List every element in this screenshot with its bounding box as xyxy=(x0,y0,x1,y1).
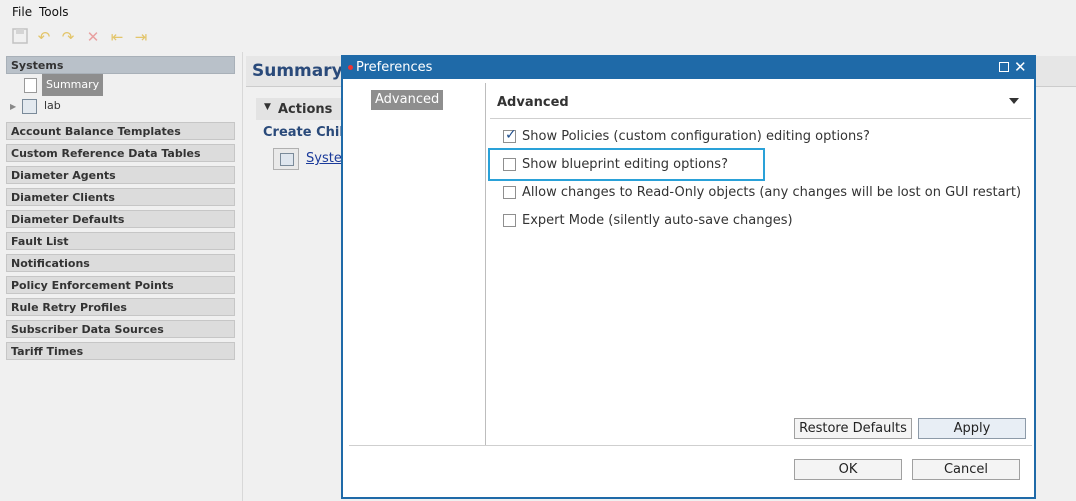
nav-item-tariff-times[interactable]: Tariff Times xyxy=(6,342,235,360)
menu-file[interactable]: File xyxy=(12,5,32,19)
nav-list: Account Balance Templates Custom Referen… xyxy=(6,122,235,364)
dropdown-arrow-icon[interactable] xyxy=(1009,98,1019,104)
system-icon xyxy=(22,99,37,114)
checkbox[interactable]: ✓ xyxy=(503,127,517,143)
menu-tools[interactable]: Tools xyxy=(39,5,69,19)
save-icon[interactable] xyxy=(11,28,29,46)
pref-nav-item-advanced[interactable]: Advanced xyxy=(371,90,444,110)
nav-item-notifications[interactable]: Notifications xyxy=(6,254,235,272)
back-icon[interactable]: ⇤ xyxy=(108,28,126,46)
left-panel: Systems Summary ▶ lab Account Balance Te… xyxy=(0,52,243,501)
cancel-button[interactable]: Cancel xyxy=(912,459,1020,480)
document-icon xyxy=(24,78,37,93)
toolbar: ↶ ↷ ✕ ⇤ ⇥ xyxy=(0,24,1076,52)
dialog-titlebar[interactable]: Preferences ✕ xyxy=(343,57,1034,79)
page-header-title: Advanced xyxy=(497,95,569,110)
button-bar-divider xyxy=(349,445,1032,446)
actions-label: Actions xyxy=(278,102,333,117)
tree-item-label: lab xyxy=(44,99,61,112)
option-label: Allow changes to Read-Only objects (any … xyxy=(522,185,1022,200)
systems-header[interactable]: Systems xyxy=(6,56,235,74)
page-header: Advanced xyxy=(490,85,1031,119)
delete-icon[interactable]: ✕ xyxy=(84,28,102,46)
forward-icon[interactable]: ⇥ xyxy=(132,28,150,46)
nav-item-fault-list[interactable]: Fault List xyxy=(6,232,235,250)
pane-divider[interactable] xyxy=(485,83,486,445)
app-status-dot-icon xyxy=(348,65,353,70)
checkbox[interactable] xyxy=(503,214,516,227)
nav-item-diameter-clients[interactable]: Diameter Clients xyxy=(6,188,235,206)
collapse-triangle-icon: ▼ xyxy=(264,102,271,112)
preferences-dialog: Preferences ✕ Advanced Advanced ✓ Show P… xyxy=(341,55,1036,499)
undo-icon[interactable]: ↶ xyxy=(35,28,53,46)
expand-arrow-icon[interactable]: ▶ xyxy=(10,102,16,111)
apply-button[interactable]: Apply xyxy=(918,418,1026,439)
checkmark-icon: ✓ xyxy=(505,127,517,143)
nav-item-subscriber-data-sources[interactable]: Subscriber Data Sources xyxy=(6,320,235,338)
option-label: Expert Mode (silently auto-save changes) xyxy=(522,213,793,228)
nav-item-rule-retry-profiles[interactable]: Rule Retry Profiles xyxy=(6,298,235,316)
system-button-icon[interactable] xyxy=(273,148,299,170)
page-title: Summary xyxy=(252,61,343,81)
menu-bar: File Tools xyxy=(0,0,1076,24)
highlight-box xyxy=(488,148,765,181)
restore-defaults-button[interactable]: Restore Defaults xyxy=(794,418,912,439)
create-child-heading: Create Child xyxy=(263,125,354,140)
nav-item-account-balance-templates[interactable]: Account Balance Templates xyxy=(6,122,235,140)
option-label: Show Policies (custom configuration) edi… xyxy=(522,129,870,144)
actions-section-header[interactable]: ▼ Actions xyxy=(256,98,346,120)
ok-button[interactable]: OK xyxy=(794,459,902,480)
nav-item-policy-enforcement-points[interactable]: Policy Enforcement Points xyxy=(6,276,235,294)
nav-item-diameter-defaults[interactable]: Diameter Defaults xyxy=(6,210,235,228)
redo-icon[interactable]: ↷ xyxy=(59,28,77,46)
checkbox[interactable] xyxy=(503,186,516,199)
close-icon[interactable]: ✕ xyxy=(1014,58,1027,76)
nav-item-custom-reference-data-tables[interactable]: Custom Reference Data Tables xyxy=(6,144,235,162)
maximize-icon[interactable] xyxy=(999,62,1009,72)
nav-item-diameter-agents[interactable]: Diameter Agents xyxy=(6,166,235,184)
dialog-title: Preferences xyxy=(356,60,433,75)
tree-item-label: Summary xyxy=(42,74,104,96)
